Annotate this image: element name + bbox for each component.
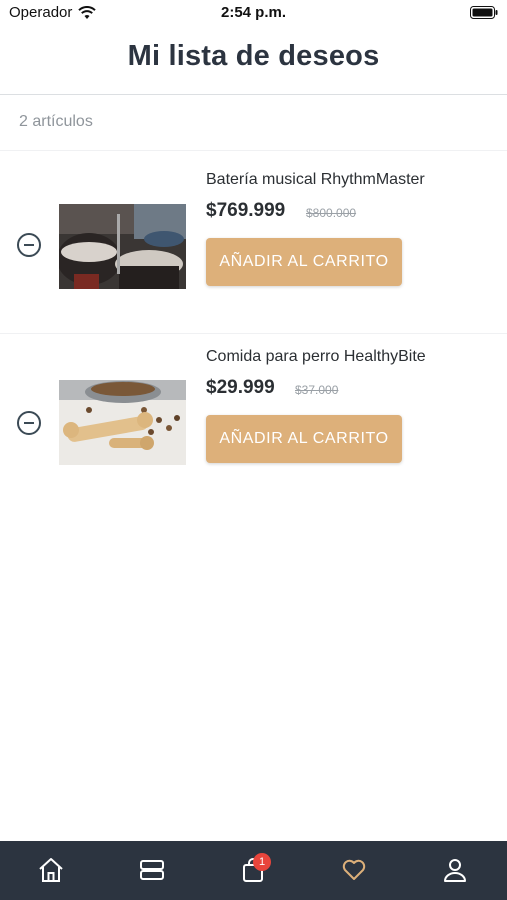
remove-item-button[interactable] [17, 233, 41, 257]
home-icon [39, 858, 63, 882]
bottom-tab-bar: 1 [0, 841, 507, 900]
status-bar: Operador 2:54 p.m. [0, 0, 507, 28]
tab-home[interactable] [0, 841, 101, 900]
item-old-price: $800.000 [306, 206, 357, 220]
item-count: 2 artículos [19, 113, 93, 130]
drum-kit-photo [59, 204, 186, 289]
tab-wishlist[interactable] [303, 841, 404, 900]
tab-categories[interactable] [101, 841, 202, 900]
product-image-dog-food[interactable] [59, 380, 186, 465]
status-time: 2:54 p.m. [220, 4, 287, 21]
item-old-price: $37.000 [295, 383, 339, 397]
tab-cart[interactable]: 1 [202, 841, 303, 900]
heart-icon [342, 859, 366, 880]
wishlist-item: Comida para perro HealthyBite $29.999 $3… [0, 333, 507, 513]
add-to-cart-button[interactable]: AÑADIR AL CARRITO [206, 415, 402, 463]
item-name[interactable]: Comida para perro HealthyBite [206, 348, 426, 366]
item-name[interactable]: Batería musical RhythmMaster [206, 171, 425, 189]
wishlist-item: Batería musical RhythmMaster $769.999 $8… [0, 150, 507, 330]
categories-icon [140, 860, 164, 880]
item-price: $29.999 [206, 377, 275, 398]
remove-item-button[interactable] [17, 411, 41, 435]
header-divider [0, 94, 507, 95]
profile-icon [444, 859, 466, 882]
add-to-cart-button[interactable]: AÑADIR AL CARRITO [206, 238, 402, 286]
battery-icon [470, 6, 498, 19]
item-price: $769.999 [206, 200, 286, 221]
product-image-drum-kit[interactable] [59, 204, 186, 289]
tab-profile[interactable] [404, 841, 505, 900]
cart-badge: 1 [253, 853, 271, 871]
page-title: Mi lista de deseos [127, 40, 380, 72]
dog-food-photo [59, 380, 186, 465]
